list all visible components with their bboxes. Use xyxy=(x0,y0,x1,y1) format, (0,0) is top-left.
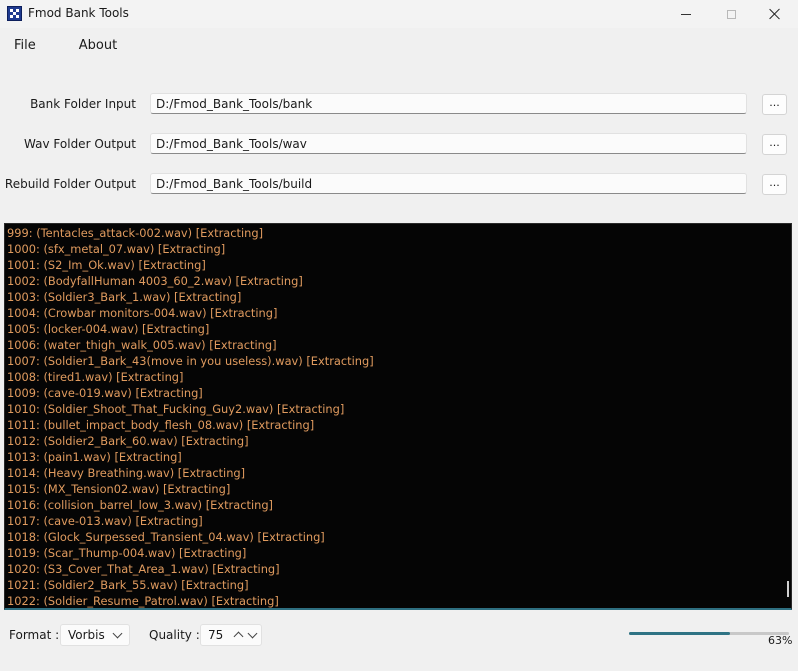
maximize-button[interactable] xyxy=(708,0,754,28)
log-line: 1013: (pain1.wav) [Extracting] xyxy=(7,450,182,464)
log-line: 1004: (Crowbar monitors-004.wav) [Extrac… xyxy=(7,306,278,320)
chevron-down-icon[interactable] xyxy=(247,628,258,639)
log-line: 1017: (cave-013.wav) [Extracting] xyxy=(7,514,203,528)
log-line: 1015: (MX_Tension02.wav) [Extracting] xyxy=(7,482,231,496)
format-value: Vorbis xyxy=(68,628,105,642)
menu-file[interactable]: File xyxy=(0,34,50,58)
log-line: 1019: (Scar_Thump-004.wav) [Extracting] xyxy=(7,546,247,560)
close-button[interactable] xyxy=(752,0,798,28)
progress-bar xyxy=(629,632,789,635)
log-lines: 999: (Tentacles_attack-002.wav) [Extract… xyxy=(7,225,374,608)
log-line: 1018: (Glock_Surpessed_Transient_04.wav)… xyxy=(7,530,325,544)
app-window: Fmod Bank Tools File About Bank Folder I… xyxy=(0,0,798,671)
window-title: Fmod Bank Tools xyxy=(28,6,129,20)
format-select[interactable]: Vorbis xyxy=(60,624,130,646)
minimize-icon xyxy=(681,13,691,15)
quality-value: 75 xyxy=(208,628,224,642)
log-line: 1008: (tired1.wav) [Extracting] xyxy=(7,370,184,384)
rebuild-folder-row: Rebuild Folder Output ... xyxy=(0,173,798,197)
chevron-down-icon xyxy=(112,628,123,639)
bank-folder-browse-button[interactable]: ... xyxy=(762,94,787,115)
format-label: Format : xyxy=(9,628,60,642)
log-line: 1006: (water_thigh_walk_005.wav) [Extrac… xyxy=(7,338,277,352)
log-line: 1022: (Soldier_Resume_Patrol.wav) [Extra… xyxy=(7,594,279,608)
quality-spinner[interactable]: 75 xyxy=(200,624,262,646)
bank-folder-row: Bank Folder Input ... xyxy=(0,93,798,117)
log-line: 1014: (Heavy Breathing.wav) [Extracting] xyxy=(7,466,246,480)
title-bar: Fmod Bank Tools xyxy=(0,0,798,28)
menu-about[interactable]: About xyxy=(65,34,131,58)
log-line: 1010: (Soldier_Shoot_That_Fucking_Guy2.w… xyxy=(7,402,345,416)
menu-bar: File About xyxy=(0,34,131,58)
progress-percent: 63% xyxy=(768,634,793,647)
bank-folder-label: Bank Folder Input xyxy=(30,97,136,111)
log-scrollbar[interactable] xyxy=(787,581,789,597)
wav-folder-input[interactable] xyxy=(150,133,747,154)
chevron-up-icon[interactable] xyxy=(233,631,244,642)
log-line: 1007: (Soldier1_Bark_43(move in you usel… xyxy=(7,354,374,368)
log-line: 1016: (collision_barrel_low_3.wav) [Extr… xyxy=(7,498,274,512)
log-line: 1012: (Soldier2_Bark_60.wav) [Extracting… xyxy=(7,434,249,448)
fmod-app-icon xyxy=(7,6,22,21)
log-line: 1021: (Soldier2_Bark_55.wav) [Extracting… xyxy=(7,578,249,592)
maximize-icon xyxy=(726,9,736,19)
progress-fill xyxy=(629,632,730,635)
log-line: 1011: (bullet_impact_body_flesh_08.wav) … xyxy=(7,418,315,432)
rebuild-folder-label: Rebuild Folder Output xyxy=(4,177,136,191)
wav-folder-browse-button[interactable]: ... xyxy=(762,134,787,155)
quality-label: Quality : xyxy=(149,628,200,642)
log-line: 1020: (S3_Cover_That_Area_1.wav) [Extrac… xyxy=(7,562,280,576)
log-line: 1001: (S2_Im_Ok.wav) [Extracting] xyxy=(7,258,206,272)
bank-folder-input[interactable] xyxy=(150,93,747,114)
log-line: 1000: (sfx_metal_07.wav) [Extracting] xyxy=(7,242,226,256)
log-line: 999: (Tentacles_attack-002.wav) [Extract… xyxy=(7,226,264,240)
log-line: 1005: (locker-004.wav) [Extracting] xyxy=(7,322,210,336)
log-line: 1003: (Soldier3_Bark_1.wav) [Extracting] xyxy=(7,290,242,304)
wav-folder-label: Wav Folder Output xyxy=(24,137,136,151)
log-line: 1009: (cave-019.wav) [Extracting] xyxy=(7,386,203,400)
wav-folder-row: Wav Folder Output ... xyxy=(0,133,798,157)
log-console[interactable]: 999: (Tentacles_attack-002.wav) [Extract… xyxy=(4,223,792,610)
rebuild-folder-browse-button[interactable]: ... xyxy=(762,174,787,195)
close-icon xyxy=(769,8,781,20)
minimize-button[interactable] xyxy=(663,0,709,28)
log-line: 1002: (BodyfallHuman 4003_60_2.wav) [Ext… xyxy=(7,274,303,288)
rebuild-folder-input[interactable] xyxy=(150,173,747,194)
